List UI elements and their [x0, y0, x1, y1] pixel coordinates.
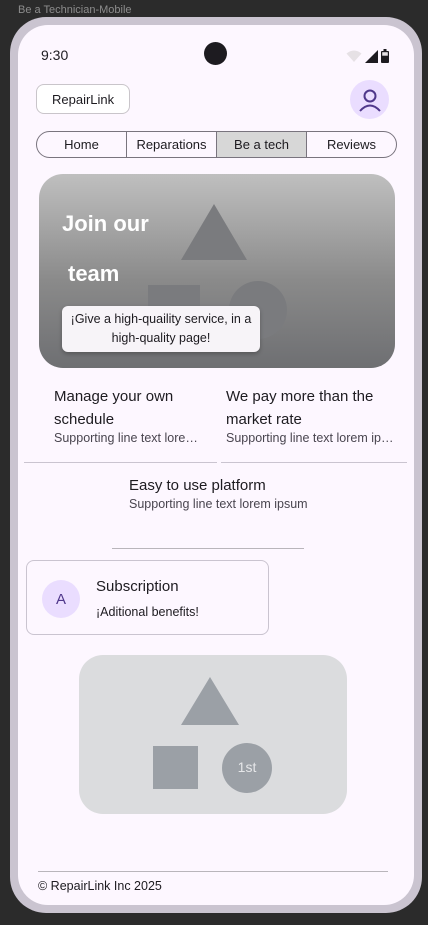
wifi-icon: [346, 50, 362, 62]
triangle-shape: [181, 204, 247, 260]
hero-title-line2: team: [68, 261, 120, 286]
frame-label: Be a Technician-Mobile: [18, 4, 132, 16]
media-placeholder: 1st: [79, 655, 347, 814]
footer-copyright: © RepairLink Inc 2025: [38, 879, 162, 893]
divider: [24, 462, 217, 463]
nav-tabs: Home Reparations Be a tech Reviews: [36, 131, 397, 158]
hero-caption: ¡Give a high-quaility service, in a high…: [62, 306, 260, 352]
feature-item: Manage your own schedule Supporting line…: [54, 385, 204, 445]
subscription-title: Subscription: [96, 578, 179, 595]
feature-subtitle: Supporting line text lorem ipsum: [226, 431, 398, 445]
triangle-shape: [181, 677, 239, 725]
tab-be-a-tech[interactable]: Be a tech: [217, 132, 307, 157]
tab-reparations[interactable]: Reparations: [127, 132, 217, 157]
status-icons: [346, 49, 389, 63]
rank-badge: 1st: [237, 759, 257, 775]
subscription-subtitle: ¡Aditional benefits!: [96, 605, 199, 619]
tab-reviews[interactable]: Reviews: [307, 132, 396, 157]
signal-icon: [365, 49, 378, 63]
square-shape: [153, 746, 198, 789]
tab-home[interactable]: Home: [37, 132, 127, 157]
feature-subtitle: Supporting line text lorem ipsum: [54, 431, 204, 445]
subscription-avatar: A: [42, 580, 80, 618]
screen: 9:30 RepairLink Home Reparations Be a te…: [18, 25, 414, 905]
user-icon: [358, 89, 381, 112]
divider: [221, 462, 407, 463]
camera-cutout: [204, 42, 227, 65]
feature-item: Easy to use platform Supporting line tex…: [129, 474, 309, 511]
placeholder-shapes: [153, 677, 272, 793]
divider: [112, 548, 304, 549]
feature-item: We pay more than the market rate Support…: [226, 385, 398, 445]
subscription-card[interactable]: A Subscription ¡Aditional benefits!: [26, 560, 269, 635]
brand-button[interactable]: RepairLink: [36, 84, 131, 114]
profile-button[interactable]: [350, 80, 389, 119]
feature-subtitle: Supporting line text lorem ipsum: [129, 497, 308, 511]
feature-title: Easy to use platform: [129, 477, 266, 494]
battery-icon: [381, 49, 389, 63]
feature-title: We pay more than the market rate: [226, 388, 374, 428]
feature-title: Manage your own schedule: [54, 388, 174, 428]
status-time: 9:30: [41, 47, 69, 63]
hero-banner: Join our team ¡Give a high-quaility serv…: [39, 174, 395, 368]
phone-frame: 9:30 RepairLink Home Reparations Be a te…: [10, 17, 422, 913]
hero-title-line1: Join our: [62, 211, 149, 236]
footer-divider: [38, 871, 388, 872]
